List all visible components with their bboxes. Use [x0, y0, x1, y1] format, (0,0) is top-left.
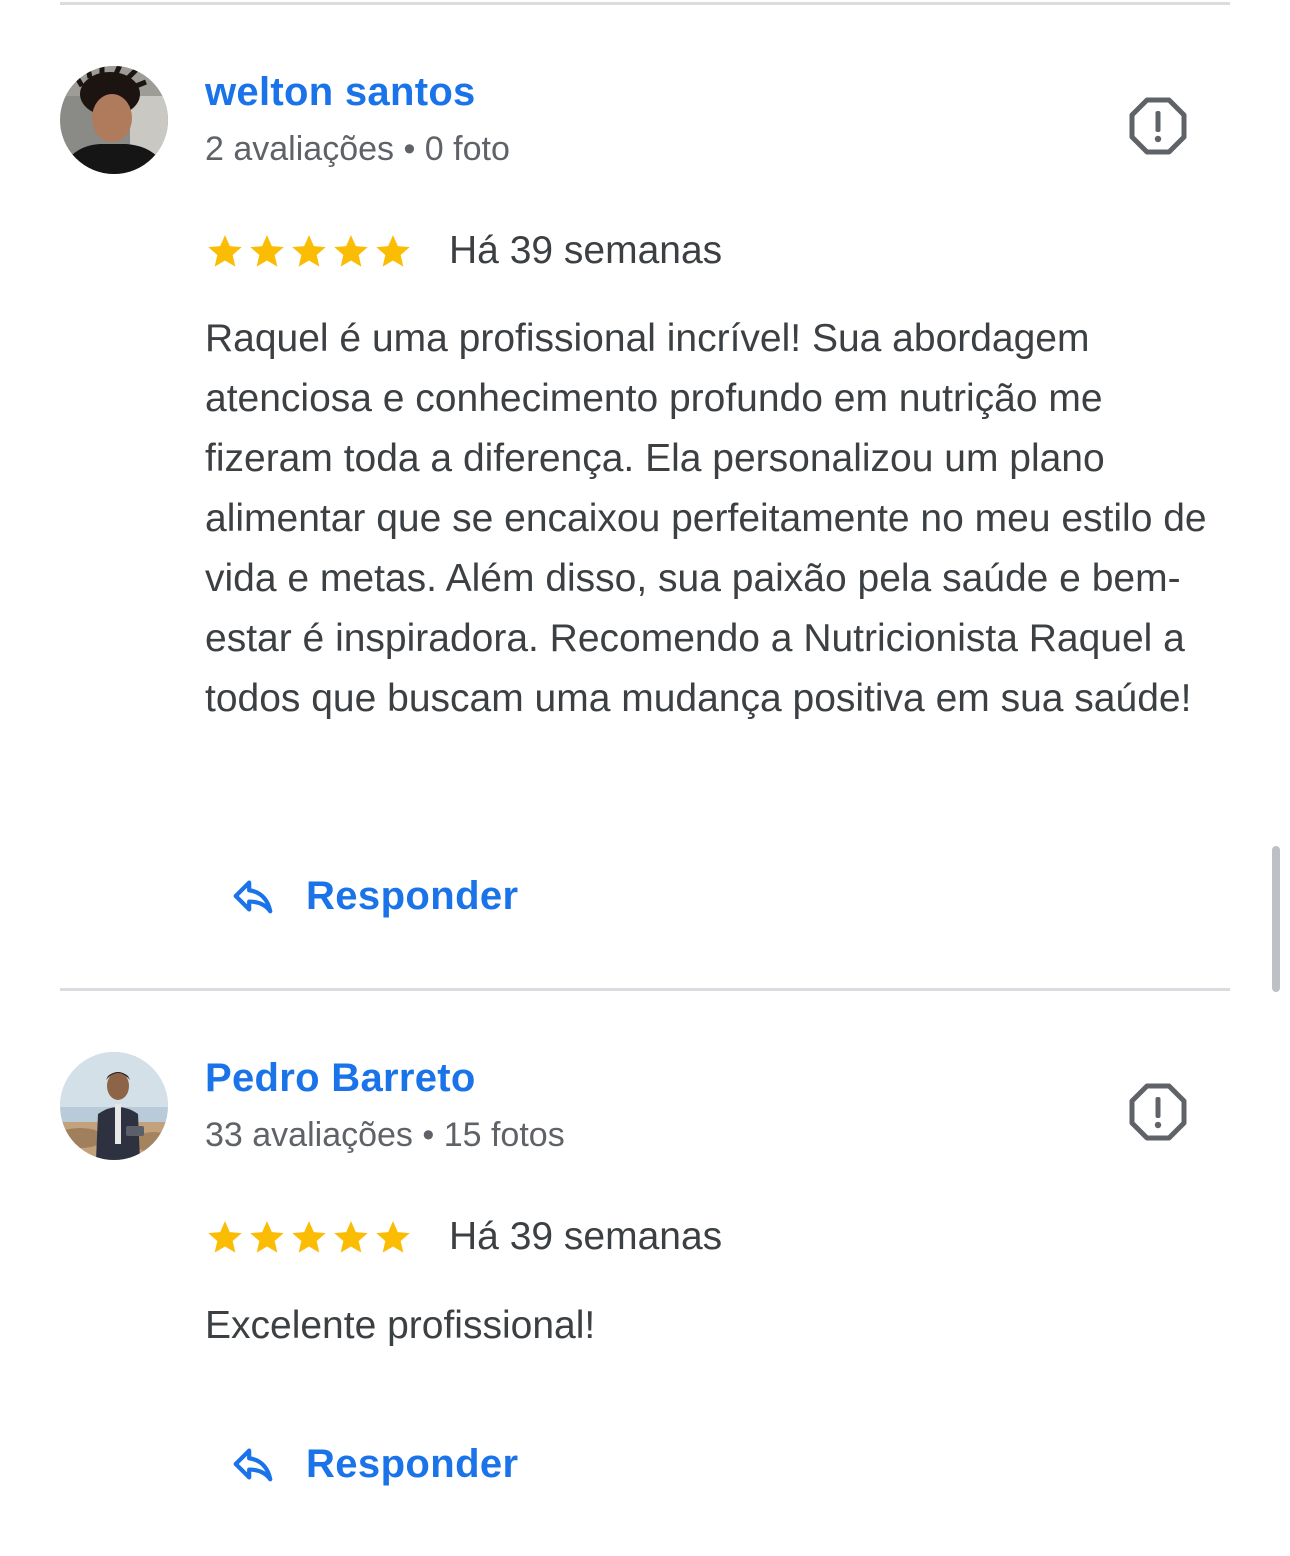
- star-icon: [250, 1221, 284, 1253]
- reply-label: Responder: [306, 873, 519, 918]
- star-rating: [205, 231, 413, 271]
- star-rating: [205, 1217, 413, 1257]
- author-meta: 2 avaliações • 0 foto: [205, 130, 510, 168]
- star-icon: [208, 235, 242, 267]
- reply-arrow-icon: [233, 1448, 273, 1482]
- star-icon: [376, 235, 410, 267]
- avatar[interactable]: [60, 66, 168, 174]
- reply-button[interactable]: Responder: [230, 1434, 519, 1494]
- divider: [60, 988, 1230, 991]
- reply-button[interactable]: Responder: [230, 866, 519, 926]
- reply-label: Responder: [306, 1441, 519, 1486]
- review-text: Raquel é uma profissional incrível! Sua …: [205, 317, 1207, 720]
- review-text: Excelente profissional!: [205, 1304, 596, 1347]
- avatar-photo-icon: [60, 1052, 168, 1160]
- star-icon: [334, 1221, 368, 1253]
- review-time: Há 39 semanas: [449, 1215, 723, 1258]
- star-icon: [334, 235, 368, 267]
- star-icon: [208, 1221, 242, 1253]
- author-meta: 33 avaliações • 15 fotos: [205, 1116, 565, 1154]
- star-icon: [292, 235, 326, 267]
- reply-arrow-icon: [233, 880, 273, 914]
- rating-row: Há 39 semanas: [205, 1212, 722, 1262]
- rating-row: Há 39 semanas: [205, 226, 722, 276]
- reviews-page: welton santos 2 avaliações • 0 foto Há 3…: [0, 0, 1290, 1556]
- review-time: Há 39 semanas: [449, 229, 723, 272]
- star-icon: [250, 235, 284, 267]
- report-icon[interactable]: [1128, 96, 1188, 156]
- star-icon: [376, 1221, 410, 1253]
- avatar[interactable]: [60, 1052, 168, 1160]
- author-name[interactable]: welton santos: [205, 70, 476, 115]
- divider-top: [60, 2, 1230, 5]
- report-icon[interactable]: [1128, 1082, 1188, 1142]
- author-name[interactable]: Pedro Barreto: [205, 1056, 476, 1101]
- avatar-photo-icon: [60, 66, 168, 174]
- scrollbar[interactable]: [1272, 846, 1280, 992]
- star-icon: [292, 1221, 326, 1253]
